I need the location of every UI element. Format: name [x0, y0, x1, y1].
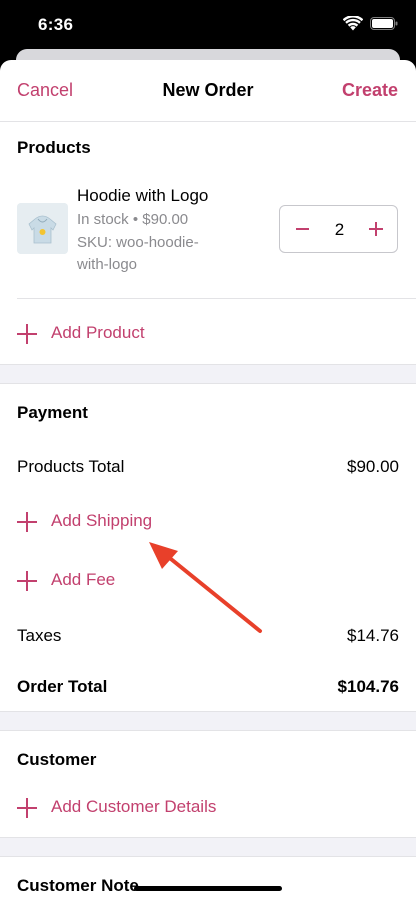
section-separator [0, 711, 416, 731]
create-button[interactable]: Create [342, 80, 398, 101]
product-name: Hoodie with Logo [77, 186, 209, 205]
payment-section-title: Payment [17, 403, 88, 422]
status-time: 6:36 [38, 15, 74, 34]
add-product-button[interactable]: Add Product [17, 322, 197, 346]
plus-icon [17, 324, 37, 344]
taxes-label: Taxes [17, 626, 62, 645]
add-shipping-label: Add Shipping [51, 511, 153, 530]
customer-note-section-title: Customer Note [17, 876, 139, 895]
wifi-icon [343, 16, 363, 31]
home-indicator [134, 886, 282, 891]
product-stock-price: In stock • $90.00 [77, 211, 189, 228]
status-bar: 6:36 [0, 0, 416, 50]
add-product-label: Add Product [51, 323, 145, 342]
add-customer-details-label: Add Customer Details [51, 797, 217, 816]
section-separator [0, 837, 416, 857]
products-total-value: $90.00 [347, 457, 399, 476]
new-order-sheet: Cancel New Order Create Products Hoodie … [0, 60, 416, 910]
add-fee-label: Add Fee [51, 570, 116, 589]
taxes-value: $14.76 [347, 626, 399, 645]
battery-icon [370, 17, 398, 30]
products-total-label: Products Total [17, 457, 125, 476]
product-sku: SKU: woo-hoodie- [77, 234, 199, 251]
hoodie-thumbnail [17, 203, 68, 254]
plus-icon [17, 571, 37, 591]
plus-icon[interactable] [369, 222, 383, 236]
add-fee-button[interactable]: Add Fee [17, 569, 157, 593]
nav-bar: Cancel New Order Create [0, 60, 416, 122]
section-separator [0, 364, 416, 384]
product-sku-continued: with-logo [77, 256, 138, 273]
products-section-title: Products [17, 138, 91, 157]
divider [17, 298, 416, 299]
customer-section-title: Customer [17, 750, 97, 769]
add-customer-details-button[interactable]: Add Customer Details [17, 796, 257, 820]
add-shipping-button[interactable]: Add Shipping [17, 510, 197, 534]
quantity-stepper[interactable]: 2 [279, 205, 398, 253]
order-total-value: $104.76 [337, 677, 399, 696]
order-total-label: Order Total [17, 677, 108, 696]
plus-icon [17, 798, 37, 818]
plus-icon [17, 512, 37, 532]
